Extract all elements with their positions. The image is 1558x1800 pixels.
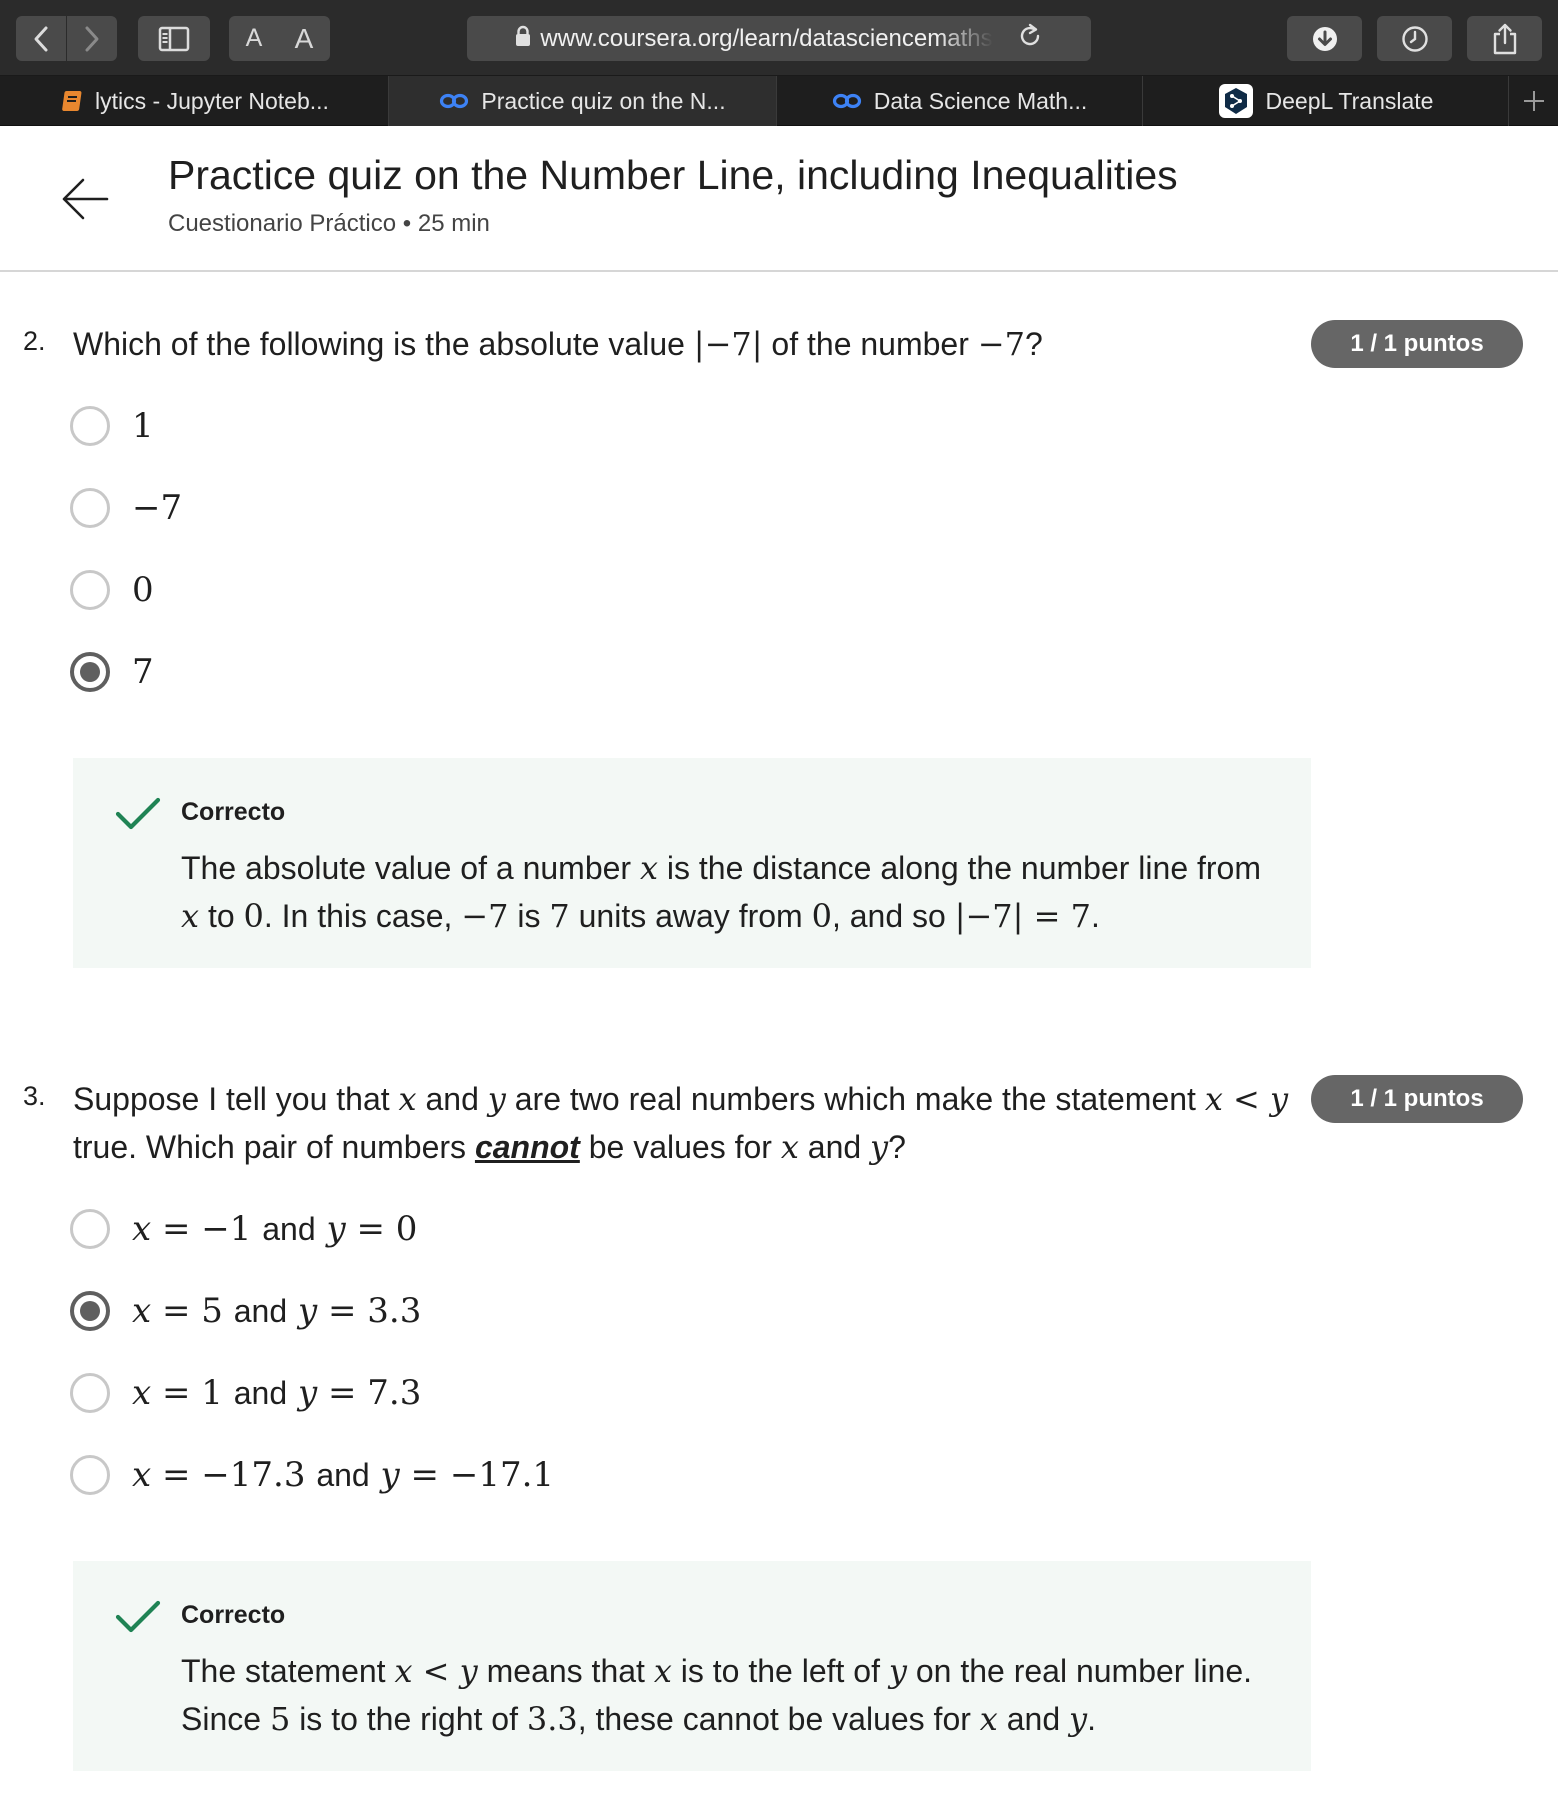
sidebar-toggle-button[interactable]: [138, 16, 210, 61]
radio-button[interactable]: [70, 406, 110, 446]
option-label: x = 1 and y = 7.3: [132, 1373, 422, 1413]
plus-icon: [1523, 91, 1544, 111]
option-label: 1: [132, 406, 154, 446]
answer-option[interactable]: x = 1 and y = 7.3: [70, 1371, 421, 1415]
share-icon: [1493, 23, 1516, 54]
tab-label: lytics - Jupyter Noteb...: [95, 87, 329, 114]
radio-button-checked[interactable]: [70, 652, 110, 692]
feedback-status: Correcto: [181, 1601, 286, 1629]
answer-option[interactable]: 0: [70, 568, 154, 612]
question-text: Suppose I tell you that x and y are two …: [73, 1080, 1289, 1166]
download-icon: [1312, 26, 1337, 51]
sidebar-icon: [158, 26, 190, 51]
browser-toolbar: A A www.coursera.org/learn/datasciencema…: [0, 0, 1558, 76]
points-badge: 1 / 1 puntos: [1311, 320, 1523, 368]
option-label: x = −17.3 and y = −17.1: [132, 1455, 555, 1495]
feedback-status: Correcto: [181, 798, 286, 826]
address-bar[interactable]: www.coursera.org/learn/datasciencemaths: [467, 16, 1091, 61]
forward-nav-button[interactable]: [67, 16, 117, 61]
tab-label: Data Science Math...: [873, 87, 1088, 114]
page-subtitle: Cuestionario Práctico • 25 min: [168, 210, 490, 237]
feedback-box: Correcto The absolute value of a number …: [73, 758, 1311, 968]
radio-button[interactable]: [70, 1455, 110, 1495]
reload-icon[interactable]: [1017, 23, 1043, 54]
answer-option[interactable]: x = −1 and y = 0: [70, 1207, 417, 1251]
feedback-text: The statement x < y means that x is to t…: [181, 1652, 1253, 1738]
text-size-group: A A: [229, 16, 330, 61]
share-group: [1467, 16, 1542, 61]
arrow-left-icon: [62, 178, 109, 220]
answer-option[interactable]: −7: [70, 486, 182, 530]
answer-option-selected[interactable]: x = 5 and y = 3.3: [70, 1289, 421, 1333]
question-number: 3.: [23, 1081, 46, 1111]
answer-option-selected[interactable]: 7: [70, 650, 154, 694]
chevron-left-icon: [34, 26, 48, 51]
notebook-icon: [59, 89, 83, 113]
clock-icon: [1401, 25, 1428, 52]
history-group: [1377, 16, 1452, 61]
radio-button[interactable]: [70, 488, 110, 528]
coursera-icon: [832, 92, 862, 110]
increase-font-button[interactable]: A: [279, 16, 329, 61]
checkmark-icon: [115, 796, 161, 837]
lock-icon: [515, 25, 531, 52]
tab-deepl[interactable]: DeepL Translate: [1143, 76, 1509, 126]
question-3: 3. Suppose I tell you that x and y are t…: [0, 1075, 1558, 1785]
checkmark-icon: [115, 1599, 161, 1640]
tab-data-science-math[interactable]: Data Science Math...: [777, 76, 1143, 126]
option-label: 7: [132, 652, 154, 692]
question-number: 2.: [23, 326, 46, 356]
tab-label: Practice quiz on the N...: [481, 87, 726, 114]
radio-button[interactable]: [70, 1373, 110, 1413]
nav-button-group: [16, 16, 117, 61]
answer-option[interactable]: 1: [70, 404, 154, 448]
points-badge: 1 / 1 puntos: [1311, 1075, 1523, 1123]
option-label: x = 5 and y = 3.3: [132, 1291, 422, 1331]
page-header: Practice quiz on the Number Line, includ…: [0, 126, 1558, 272]
sidebar-toggle-group: [138, 16, 210, 61]
answer-option[interactable]: x = −17.3 and y = −17.1: [70, 1453, 554, 1497]
deepl-icon: [1218, 83, 1254, 119]
feedback-text: The absolute value of a number x is the …: [181, 849, 1261, 935]
url-text[interactable]: www.coursera.org/learn/datasciencemaths: [540, 24, 993, 53]
feedback-box: Correcto The statement x < y means that …: [73, 1561, 1311, 1771]
back-nav-button[interactable]: [16, 16, 66, 61]
page-title: Practice quiz on the Number Line, includ…: [168, 152, 1178, 198]
radio-button[interactable]: [70, 1209, 110, 1249]
decrease-font-button[interactable]: A: [229, 16, 279, 61]
share-button[interactable]: [1467, 16, 1542, 61]
option-label: x = −1 and y = 0: [132, 1209, 418, 1249]
back-button[interactable]: [58, 172, 112, 226]
downloads-button[interactable]: [1287, 16, 1362, 61]
tab-bar: lytics - Jupyter Noteb... Practice quiz …: [0, 76, 1558, 126]
tab-jupyter[interactable]: lytics - Jupyter Noteb...: [0, 76, 389, 126]
new-tab-button[interactable]: [1509, 76, 1558, 126]
downloads-group: [1287, 16, 1362, 61]
tab-label: DeepL Translate: [1265, 87, 1434, 114]
question-text: Which of the following is the absolute v…: [73, 325, 1043, 363]
option-label: 0: [132, 570, 154, 610]
question-2: 2. Which of the following is the absolut…: [0, 320, 1558, 980]
option-label: −7: [132, 488, 183, 528]
history-button[interactable]: [1377, 16, 1452, 61]
radio-button-checked[interactable]: [70, 1291, 110, 1331]
radio-button[interactable]: [70, 570, 110, 610]
chevron-right-icon: [85, 26, 99, 51]
coursera-icon: [439, 92, 469, 110]
tab-practice-quiz[interactable]: Practice quiz on the N...: [389, 76, 777, 126]
